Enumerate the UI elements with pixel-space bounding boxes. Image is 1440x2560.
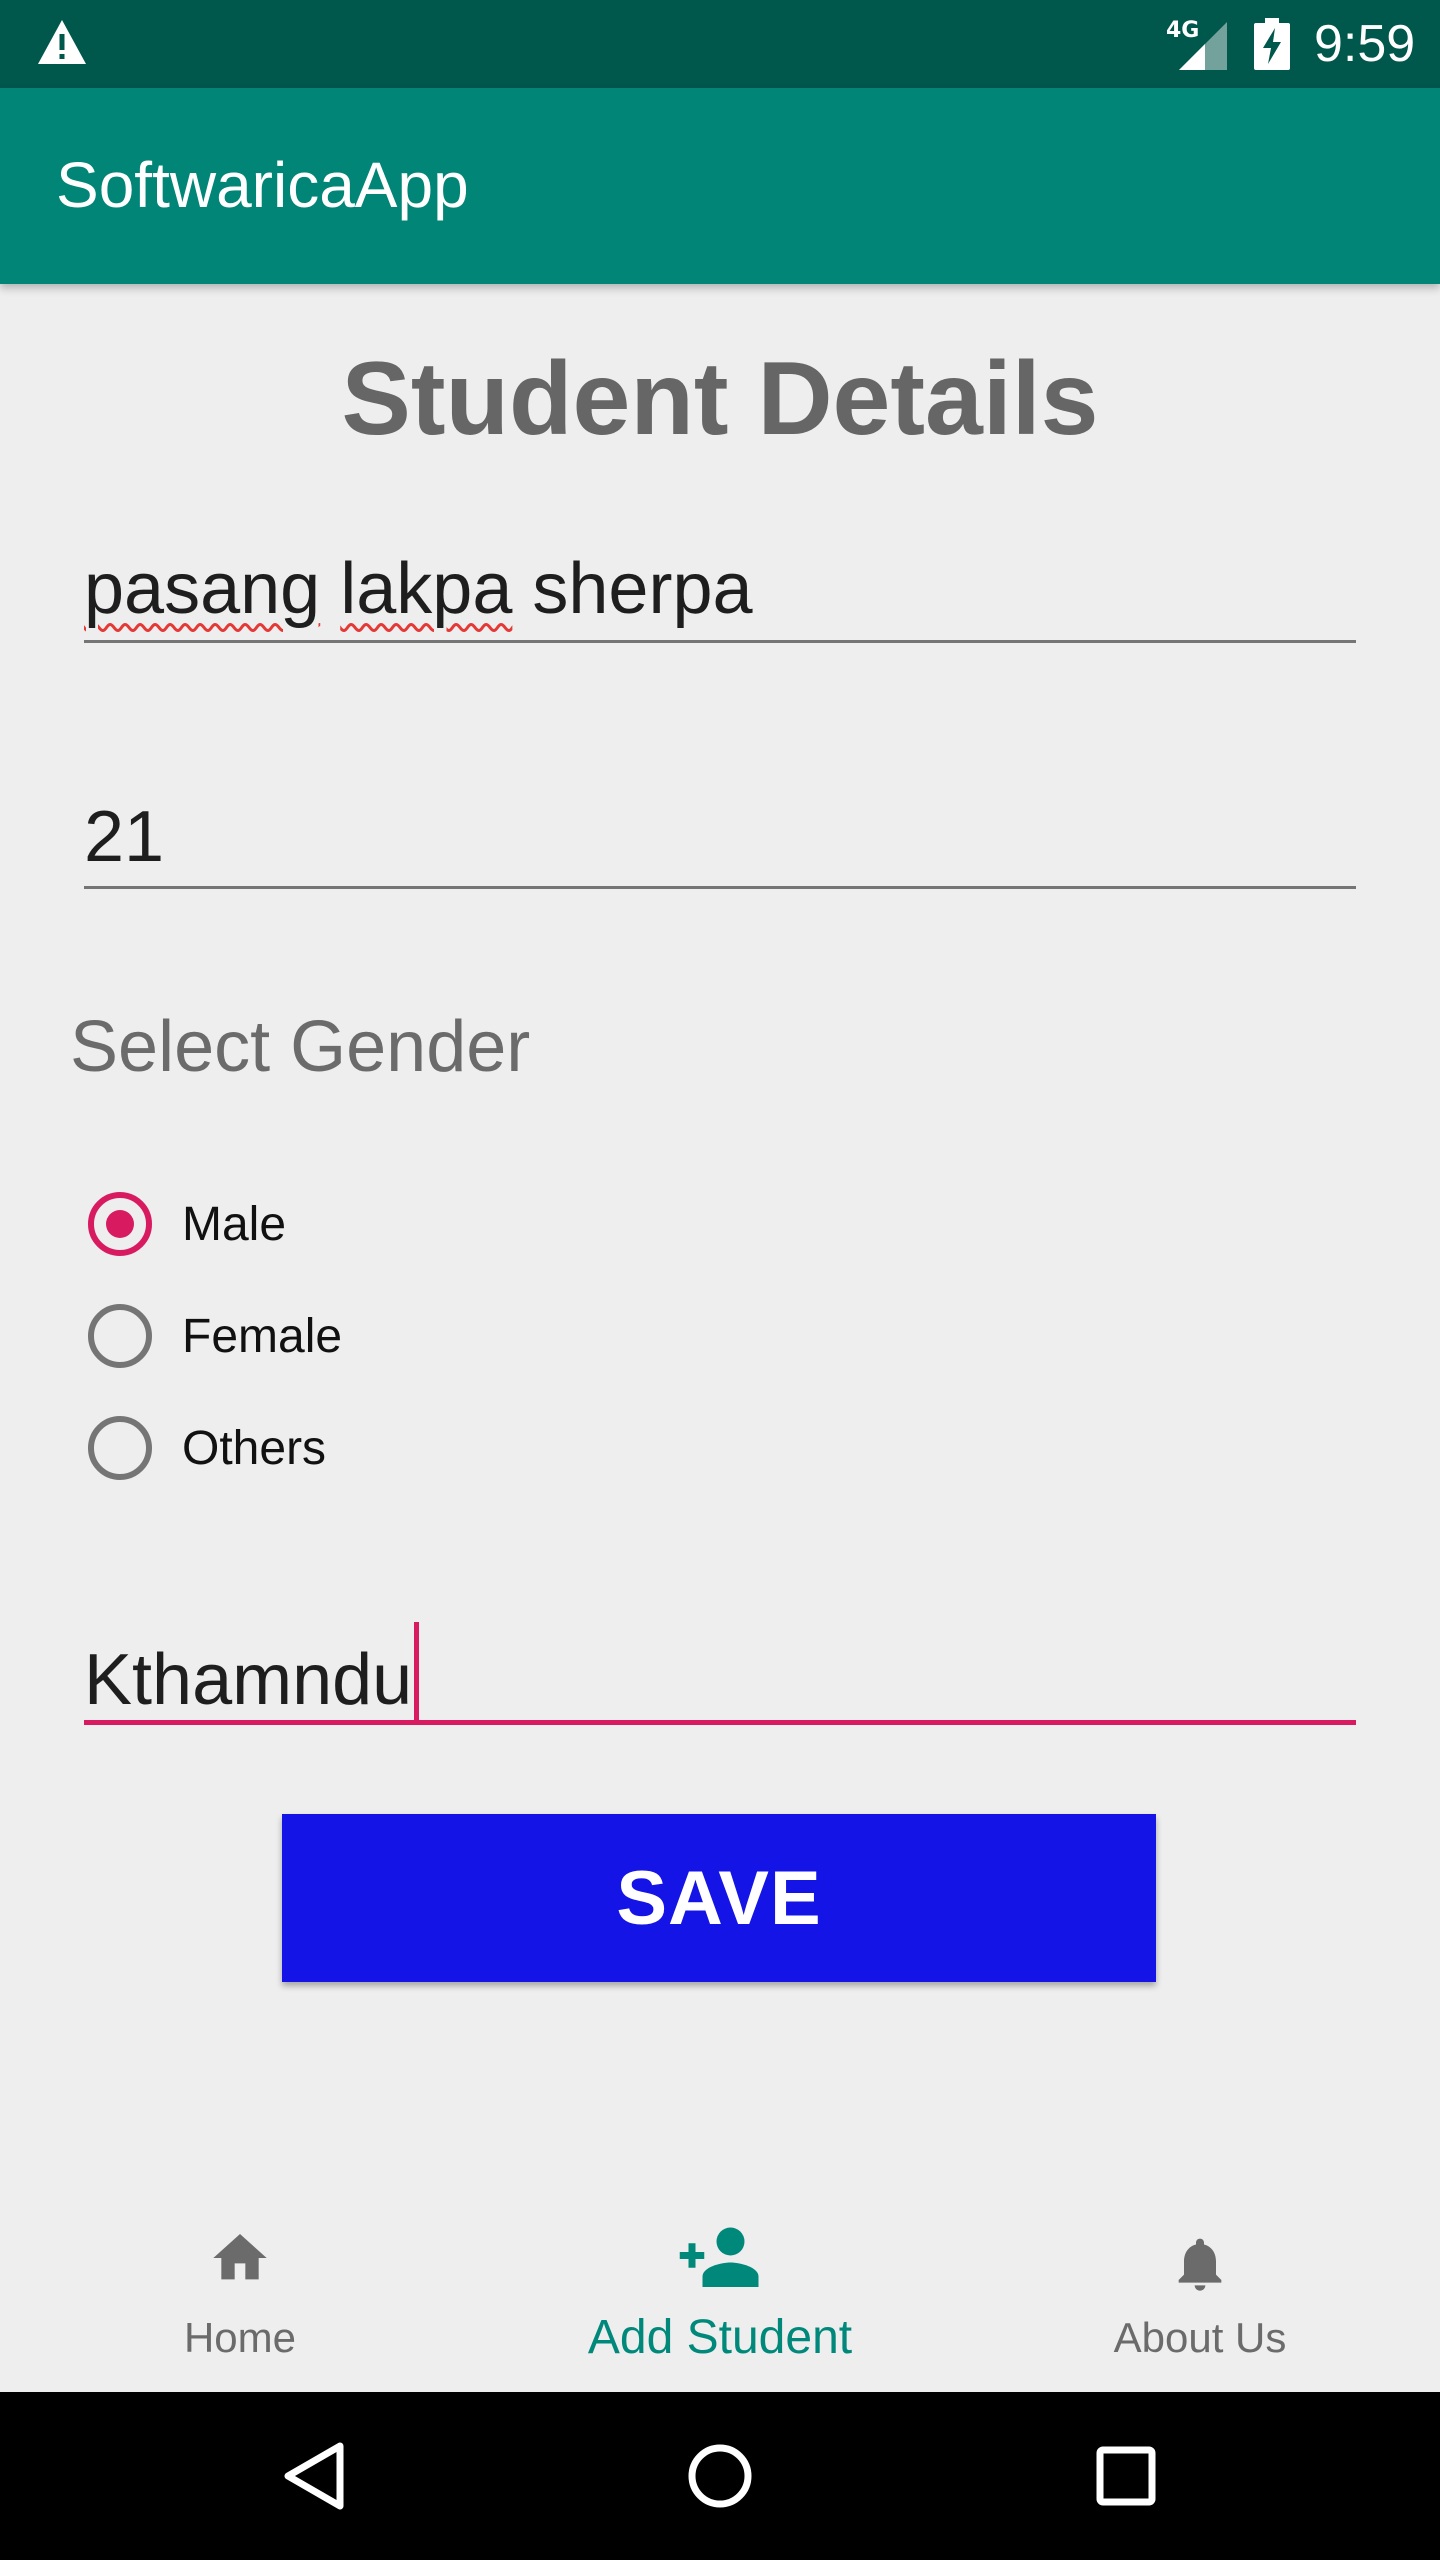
recents-icon[interactable] — [1096, 2446, 1156, 2506]
gender-radio-female[interactable]: Female — [88, 1298, 342, 1374]
text-cursor — [414, 1622, 420, 1722]
name-last-word: sherpa — [532, 549, 753, 629]
nav-item-about-us[interactable]: About Us — [960, 2190, 1440, 2392]
gender-label: Select Gender — [70, 1007, 531, 1087]
nav-label-add-student: Add Student — [587, 2311, 853, 2364]
radio-label: Others — [182, 1421, 327, 1475]
nav-item-home[interactable]: Home — [0, 2190, 480, 2392]
bottom-navigation: Home Add Student About Us — [0, 2190, 1440, 2392]
name-first-word: pasang — [84, 549, 321, 629]
address-field-value: Kthamndu — [84, 1622, 420, 1722]
name-field-value: pasang lakpa sherpa — [84, 548, 753, 630]
gender-radio-others[interactable]: Others — [88, 1410, 326, 1486]
radio-unchecked-icon — [88, 1416, 152, 1480]
radio-label: Male — [182, 1197, 287, 1251]
nav-label-about-us: About Us — [1113, 2314, 1287, 2361]
signal-icon — [1179, 22, 1227, 70]
name-middle-word: lakpa — [340, 549, 513, 629]
bell-icon — [1178, 2238, 1222, 2291]
radio-label: Female — [182, 1309, 343, 1363]
gender-radio-male[interactable]: Male — [88, 1186, 286, 1262]
app-title: SoftwaricaApp — [56, 149, 469, 221]
nav-item-add-student[interactable]: Add Student — [480, 2190, 960, 2392]
nav-label-home: Home — [183, 2314, 297, 2361]
home-icon — [213, 2234, 267, 2280]
page-title: Student Details — [341, 341, 1099, 457]
warning-icon — [38, 20, 86, 64]
clock: 9:59 — [1314, 15, 1416, 73]
battery-charging-icon — [1254, 18, 1290, 70]
status-bar: 4G 9:59 — [0, 0, 1440, 88]
app-bar: SoftwaricaApp — [0, 88, 1440, 284]
age-field-value: 21 — [84, 797, 165, 877]
system-navigation-bar — [0, 2392, 1440, 2560]
home-circle-icon[interactable] — [686, 2442, 754, 2510]
save-button[interactable]: SAVE — [282, 1814, 1156, 1982]
age-field[interactable]: 21 — [84, 796, 1356, 889]
address-text: Kthamndu — [84, 1640, 413, 1720]
radio-checked-icon — [88, 1192, 152, 1256]
back-icon[interactable] — [282, 2442, 346, 2510]
radio-unchecked-icon — [88, 1304, 152, 1368]
address-field[interactable]: Kthamndu — [84, 1600, 1356, 1725]
person-add-icon — [679, 2227, 759, 2287]
